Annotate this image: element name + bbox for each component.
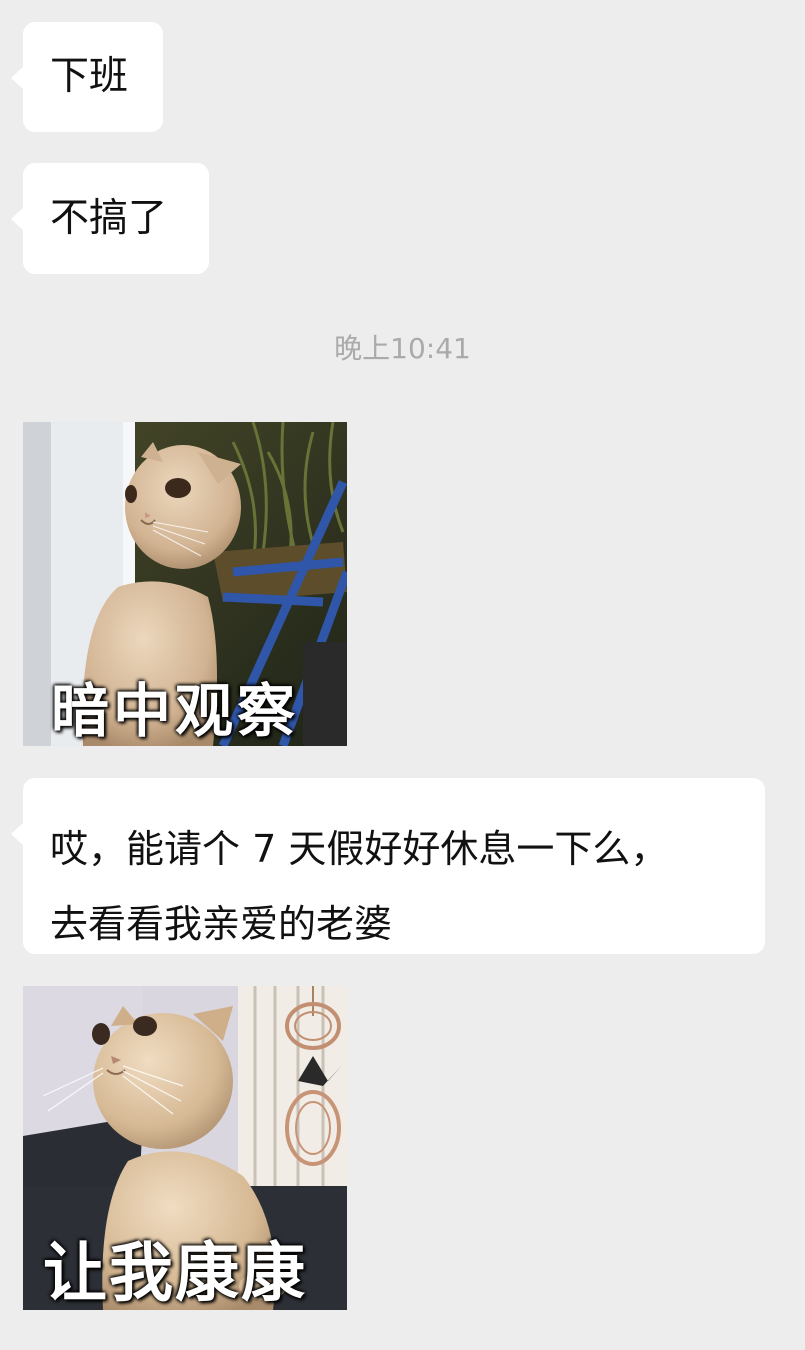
incoming-message-bubble[interactable]: 下班 bbox=[11, 22, 163, 132]
sticker-caption: 让我康康 bbox=[43, 1237, 307, 1310]
message-timestamp: 晚上10:41 bbox=[334, 332, 471, 365]
message-text-line-1: 哎，能请个 7 天假好好休息一下么， bbox=[50, 827, 669, 871]
message-text: 下班 bbox=[50, 54, 129, 99]
message-text: 不搞了 bbox=[50, 196, 168, 241]
sticker-message[interactable]: 暗中观察 bbox=[23, 422, 347, 746]
sticker-caption: 暗中观察 bbox=[51, 677, 300, 745]
message-text-line-2: 去看看我亲爱的老婆 bbox=[50, 902, 393, 946]
incoming-message-bubble[interactable]: 不搞了 bbox=[11, 163, 209, 274]
sticker-message[interactable]: 让我康康 bbox=[23, 986, 347, 1310]
incoming-message-bubble[interactable]: 哎，能请个 7 天假好好休息一下么， 去看看我亲爱的老婆 bbox=[11, 778, 765, 954]
